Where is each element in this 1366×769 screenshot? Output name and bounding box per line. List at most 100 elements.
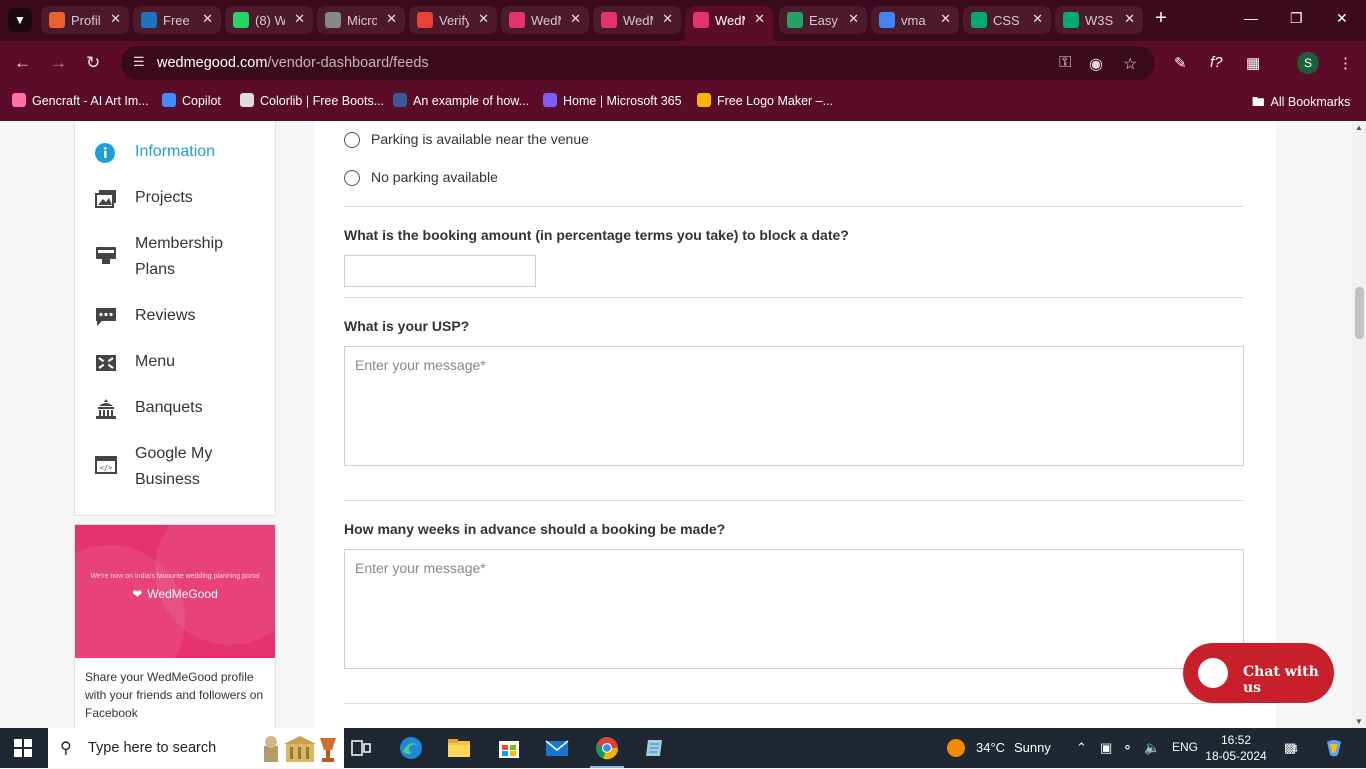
- tab-search-chevron-icon[interactable]: ▼: [8, 8, 32, 32]
- tab-1[interactable]: Free ✕: [133, 6, 221, 34]
- tab-close-icon[interactable]: ✕: [202, 11, 213, 27]
- pen-extension-icon[interactable]: ✎: [1174, 54, 1187, 72]
- forward-arrow-icon[interactable]: →: [50, 53, 67, 73]
- kebab-menu-icon[interactable]: ⋮: [1338, 54, 1353, 72]
- tab-close-icon[interactable]: ✕: [754, 11, 765, 27]
- browser-toolbar: ← → ↻ ☰ wedmegood.com/vendor-dashboard/f…: [0, 41, 1366, 86]
- notepad-icon[interactable]: [642, 736, 668, 760]
- taskbar-search-box[interactable]: ⚲ Type here to search: [48, 728, 344, 768]
- task-view-icon[interactable]: [348, 736, 374, 760]
- chat-bubble-icon: [95, 307, 117, 327]
- extensions-puzzle-icon[interactable]: ▦: [1246, 54, 1260, 72]
- tab-0[interactable]: Profile ✕: [41, 6, 129, 34]
- mail-icon[interactable]: [544, 736, 570, 760]
- radio-circle[interactable]: [344, 132, 360, 148]
- bookmark-star-icon[interactable]: ☆: [1123, 54, 1137, 74]
- membership-card-icon: [95, 245, 117, 265]
- edge-browser-icon[interactable]: [398, 736, 424, 760]
- tab-title: WedMeGood: [531, 13, 561, 28]
- minimize-icon[interactable]: —: [1244, 10, 1258, 26]
- bookmark-favicon-icon: [162, 93, 176, 107]
- scrollbar-thumb[interactable]: [1355, 287, 1364, 339]
- chrome-icon[interactable]: [590, 736, 624, 768]
- promo-banner-image[interactable]: We're now on India's favourite wedding p…: [75, 525, 275, 658]
- tab-9[interactable]: vma ✕: [871, 6, 959, 34]
- weather-temperature[interactable]: 34°C: [976, 740, 1005, 755]
- tab-5[interactable]: WedMeGood ✕: [501, 6, 589, 34]
- profile-avatar[interactable]: S: [1297, 52, 1319, 74]
- tab-title: WedMeGood: [623, 13, 653, 28]
- tab-close-icon[interactable]: ✕: [294, 11, 305, 27]
- microsoft-store-icon[interactable]: [496, 736, 522, 760]
- information-form: Parking is available near the venue No p…: [314, 121, 1276, 728]
- volume-icon[interactable]: 🔈: [1144, 740, 1160, 756]
- tab-3[interactable]: Microsoft ✕: [317, 6, 405, 34]
- chat-with-us-button[interactable]: Chat with us: [1183, 643, 1334, 703]
- tab-close-icon[interactable]: ✕: [1032, 11, 1043, 27]
- tab-10[interactable]: CSS ✕: [963, 6, 1051, 34]
- tab-title: W3S: [1085, 13, 1114, 28]
- network-icon[interactable]: ⚬: [1122, 740, 1133, 756]
- scroll-up-arrow-icon[interactable]: ▲: [1355, 123, 1363, 132]
- facebook-share-promo[interactable]: We're now on India's favourite wedding p…: [74, 524, 276, 728]
- bookmark-item[interactable]: An example of how...: [393, 93, 529, 108]
- tab-8[interactable]: Easy ✕: [779, 6, 867, 34]
- all-bookmarks-button[interactable]: 🖿 All Bookmarks: [1252, 93, 1350, 114]
- camera-icon[interactable]: ▣: [1100, 740, 1112, 756]
- tab-close-icon[interactable]: ✕: [386, 11, 397, 27]
- question-weeks-advance: How many weeks in advance should a booki…: [344, 521, 726, 537]
- tab-4[interactable]: Verify ✕: [409, 6, 497, 34]
- url-text[interactable]: wedmegood.com/vendor-dashboard/feeds: [157, 55, 429, 71]
- bookmarks-bar: Gencraft - AI Art Im... Copilot Colorlib |…: [0, 86, 1366, 121]
- windows-start-icon[interactable]: [14, 739, 32, 757]
- bookmark-item[interactable]: Copilot: [162, 93, 221, 108]
- tab-2[interactable]: (8) WhatsApp ✕: [225, 6, 313, 34]
- bookmark-item[interactable]: Colorlib | Free Boots...: [240, 93, 384, 108]
- info-icon: [95, 143, 117, 163]
- site-info-icon[interactable]: ☰: [133, 54, 145, 70]
- search-highlight-illustration-icon: [260, 732, 340, 764]
- notification-center-icon[interactable]: ▩4: [1284, 740, 1298, 756]
- usp-textarea[interactable]: Enter your message*: [344, 346, 1244, 466]
- tab-7[interactable]: WedMeGood ✕: [685, 6, 773, 41]
- tab-favicon-icon: [49, 12, 65, 28]
- tab-title: Microsoft: [347, 13, 377, 28]
- booking-amount-input[interactable]: [344, 255, 536, 287]
- radio-circle[interactable]: [344, 170, 360, 186]
- address-bar[interactable]: ☰ wedmegood.com/vendor-dashboard/feeds ⚿…: [121, 46, 1155, 80]
- tab-close-icon[interactable]: ✕: [478, 11, 489, 27]
- tab-close-icon[interactable]: ✕: [662, 11, 673, 27]
- tab-close-icon[interactable]: ✕: [570, 11, 581, 27]
- eye-slash-icon[interactable]: ◉: [1089, 54, 1103, 74]
- bookmark-item[interactable]: Free Logo Maker –...: [697, 93, 833, 108]
- weather-sun-icon[interactable]: [946, 738, 966, 761]
- bookmark-item[interactable]: Gencraft - AI Art Im...: [12, 93, 149, 108]
- tab-close-icon[interactable]: ✕: [848, 11, 859, 27]
- weather-condition[interactable]: Sunny: [1014, 740, 1051, 755]
- tab-6[interactable]: WedMeGood ✕: [593, 6, 681, 34]
- tab-close-icon[interactable]: ✕: [940, 11, 951, 27]
- tab-favicon-icon: [787, 12, 803, 28]
- tab-close-icon[interactable]: ✕: [1124, 11, 1135, 27]
- copilot-icon[interactable]: [1324, 738, 1344, 761]
- tab-close-icon[interactable]: ✕: [110, 11, 121, 27]
- restore-icon[interactable]: ❐: [1290, 10, 1303, 27]
- new-tab-plus-icon[interactable]: +: [1150, 8, 1172, 30]
- vertical-scrollbar[interactable]: ▲ ▼: [1352, 121, 1366, 728]
- file-explorer-icon[interactable]: [446, 736, 472, 760]
- bookmark-item[interactable]: Home | Microsoft 365: [543, 93, 682, 108]
- language-indicator[interactable]: ENG: [1172, 740, 1198, 754]
- tab-title: CSS: [993, 13, 1020, 28]
- tab-11[interactable]: W3S ✕: [1055, 6, 1143, 34]
- tab-favicon-icon: [879, 12, 895, 28]
- reload-icon[interactable]: ↻: [86, 53, 100, 73]
- back-arrow-icon[interactable]: ←: [14, 53, 31, 73]
- bookmark-favicon-icon: [393, 93, 407, 107]
- scroll-down-arrow-icon[interactable]: ▼: [1355, 717, 1363, 726]
- key-icon[interactable]: ⚿: [1059, 54, 1071, 72]
- chevron-up-icon[interactable]: ⌃: [1076, 740, 1087, 756]
- formula-extension-icon[interactable]: f?: [1210, 54, 1223, 71]
- weeks-advance-textarea[interactable]: Enter your message*: [344, 549, 1244, 669]
- clock[interactable]: 16:52 18-05-2024: [1204, 732, 1268, 764]
- close-window-icon[interactable]: ✕: [1336, 10, 1348, 27]
